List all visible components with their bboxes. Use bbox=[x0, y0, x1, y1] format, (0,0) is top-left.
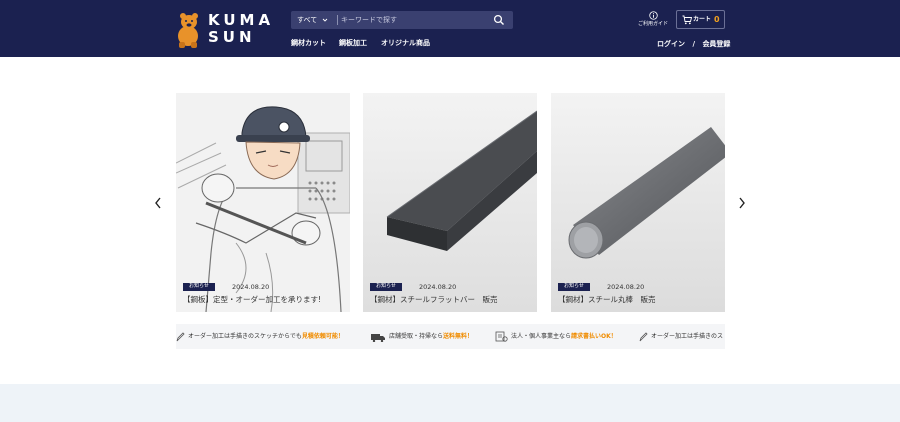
news-tag: お知らせ bbox=[370, 283, 402, 291]
news-card-image bbox=[551, 93, 725, 312]
ticker-text: オーダー加工は手描きのスケッチからでも bbox=[188, 333, 302, 340]
worker-illustration bbox=[176, 93, 350, 312]
news-card-image bbox=[363, 93, 537, 312]
news-date: 2024.08.20 bbox=[607, 283, 645, 291]
nav-original-products-link[interactable]: オリジナル商品 bbox=[381, 39, 430, 47]
search-divider bbox=[337, 15, 338, 25]
cart-count-badge: 0 bbox=[714, 15, 720, 24]
bear-logo-icon bbox=[178, 13, 198, 48]
pencil-icon bbox=[176, 331, 185, 341]
news-date: 2024.08.20 bbox=[419, 283, 457, 291]
nav-steel-cut[interactable]: 鋼材カット bbox=[291, 38, 326, 48]
login-link[interactable]: ログイン bbox=[657, 40, 685, 48]
footer-band bbox=[0, 384, 900, 422]
news-card[interactable]: お知らせ 2024.08.20 【鋼材】スチール丸棒 販売 bbox=[551, 93, 725, 312]
account-separator: / bbox=[692, 40, 695, 48]
news-title[interactable]: 【鋼材】スチール丸棒 販売 bbox=[558, 295, 656, 305]
site-header: KUMA SUN すべて 鋼材カット 鋼板加工 オリジナル商品 ご利用ガイド bbox=[0, 0, 900, 57]
news-date: 2024.08.20 bbox=[232, 283, 270, 291]
flat-bar-image bbox=[363, 93, 537, 312]
nav-steel-cut-link[interactable]: 鋼材カット bbox=[291, 39, 326, 47]
nav-plate-processing[interactable]: 鋼板加工 bbox=[339, 38, 367, 48]
cart-label: カート bbox=[693, 16, 712, 23]
ticker-text: 店舗受取・持帰なら bbox=[389, 333, 444, 340]
ticker-highlight: 見積依頼可能！ bbox=[301, 333, 344, 340]
logo[interactable]: KUMA SUN bbox=[174, 10, 270, 50]
info-icon bbox=[648, 11, 658, 20]
cart-button[interactable]: カート 0 bbox=[676, 10, 725, 29]
truck-icon bbox=[371, 333, 385, 342]
guide-link[interactable]: ご利用ガイド bbox=[638, 11, 668, 31]
news-card[interactable]: お知らせ 2024.08.20 【鋼材】スチールフラットバー 販売 bbox=[363, 93, 537, 312]
register-link[interactable]: 会員登録 bbox=[702, 40, 730, 48]
nav-original-products[interactable]: オリジナル商品 bbox=[381, 38, 430, 48]
ticker-text: オーダー加工は手描きのス bbox=[651, 333, 724, 340]
news-card-image bbox=[176, 93, 350, 312]
invoice-icon bbox=[495, 331, 508, 342]
logo-text: KUMA SUN bbox=[208, 12, 274, 46]
search-input[interactable] bbox=[341, 13, 481, 27]
cart-icon bbox=[682, 15, 692, 25]
search-bar: すべて bbox=[291, 11, 513, 29]
news-tag: お知らせ bbox=[183, 283, 215, 291]
round-bar-image bbox=[551, 93, 725, 312]
logo-line-1: KUMA bbox=[208, 11, 275, 29]
ticker-item[interactable]: オーダー加工は手描きのスケッチからでも見積依頼可能！ bbox=[176, 331, 344, 342]
pencil-icon bbox=[639, 331, 648, 341]
chevron-down-icon bbox=[322, 18, 328, 22]
ticker-text: 法人・個人事業主なら bbox=[511, 333, 572, 340]
search-icon[interactable] bbox=[493, 14, 505, 26]
search-category-select[interactable]: すべて bbox=[297, 14, 317, 26]
ticker-item[interactable]: オーダー加工は手描きのス bbox=[639, 331, 723, 342]
promo-ticker: オーダー加工は手描きのスケッチからでも見積依頼可能！ 店舗受取・持帰なら送料無料… bbox=[176, 324, 725, 349]
news-card[interactable]: お知らせ 2024.08.20 【鋼板】定型・オーダー加工を承ります! bbox=[176, 93, 350, 312]
ticker-item[interactable]: 店舗受取・持帰なら送料無料！ bbox=[370, 331, 473, 342]
carousel-next-arrow-icon[interactable] bbox=[737, 196, 747, 210]
logo-line-2: SUN bbox=[208, 28, 256, 46]
news-title[interactable]: 【鋼板】定型・オーダー加工を承ります! bbox=[183, 295, 321, 305]
nav-plate-processing-link[interactable]: 鋼板加工 bbox=[339, 39, 367, 47]
guide-label: ご利用ガイド bbox=[637, 21, 668, 27]
ticker-highlight: 送料無料！ bbox=[443, 333, 474, 340]
news-title[interactable]: 【鋼材】スチールフラットバー 販売 bbox=[370, 295, 498, 305]
account-links: ログイン / 会員登録 bbox=[657, 39, 730, 49]
carousel-prev-arrow-icon[interactable] bbox=[153, 196, 163, 210]
ticker-highlight: 請求書払いOK！ bbox=[571, 333, 617, 340]
news-tag: お知らせ bbox=[558, 283, 590, 291]
ticker-item[interactable]: 法人・個人事業主なら請求書払いOK！ bbox=[495, 331, 617, 342]
